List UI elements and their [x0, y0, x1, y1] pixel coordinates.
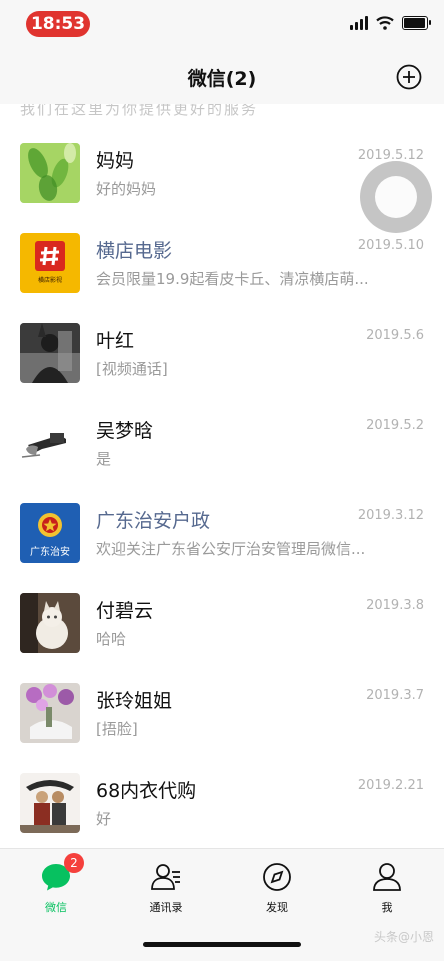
avatar [20, 683, 80, 743]
chat-name: 张玲姐姐 [96, 690, 173, 712]
hashtag-icon [39, 246, 60, 266]
avatar [20, 323, 80, 383]
partial-chat-row[interactable]: 我们在这里为你提供更好的服务 [0, 104, 444, 118]
page-title: 微信(2) [187, 68, 257, 90]
assistive-touch-button[interactable] [360, 161, 432, 233]
chat-preview: [视频通话] [96, 360, 168, 378]
avatar: 广东治安 [20, 503, 80, 563]
tab-label: 微信 [45, 901, 67, 914]
avatar-caption: 广东治安 [30, 547, 70, 558]
chat-name: 吴梦晗 [96, 420, 154, 442]
chat-row-guangdong-police[interactable]: 广东治安 广东治安户政 2019.3.12 欢迎关注广东省公安厅治安管理局微信.… [0, 478, 444, 568]
chat-name: 68内衣代购 [96, 780, 197, 802]
tab-label: 发现 [266, 901, 288, 914]
chat-row-wumenghan[interactable]: 吴梦晗 2019.5.2 是 [0, 388, 444, 478]
avatar [20, 143, 80, 203]
avatar [20, 773, 80, 833]
chat-preview: 会员限量19.9起看皮卡丘、清凉横店萌... [96, 270, 369, 288]
chat-name: 妈妈 [96, 150, 135, 172]
home-indicator[interactable] [143, 942, 301, 947]
avatar-caption: 横店影视 [37, 277, 62, 284]
chat-name: 叶红 [96, 330, 135, 352]
watermark: 头条@小恩 [373, 930, 434, 944]
chat-time: 2019.5.6 [366, 328, 424, 343]
chat-name: 广东治安户政 [96, 510, 211, 532]
tab-label: 通讯录 [149, 901, 183, 914]
tab-contacts[interactable]: 通讯录 [131, 861, 201, 915]
chat-time: 2019.3.8 [366, 598, 424, 613]
tab-me[interactable]: 我 [352, 861, 422, 915]
chat-preview: 好 [96, 810, 112, 828]
partial-row-text: 我们在这里为你提供更好的服务 [20, 104, 259, 118]
chat-row-zhangling[interactable]: 张玲姐姐 2019.3.7 [捂脸] [0, 658, 444, 748]
nav-bar: 微信(2) [0, 48, 444, 104]
chat-row-68-underwear[interactable]: 68内衣代购 2019.2.21 好 [0, 748, 444, 838]
person-icon [371, 861, 403, 893]
status-icons [350, 16, 431, 30]
tab-discover[interactable]: 发现 [242, 861, 312, 915]
chat-row-yehong[interactable]: 叶红 2019.5.6 [视频通话] [0, 298, 444, 388]
avatar: 横店影视 [20, 233, 80, 293]
avatar [20, 593, 80, 653]
contacts-icon [150, 861, 182, 893]
status-bar: 18:53 [0, 0, 444, 48]
chat-preview: 欢迎关注广东省公安厅治安管理局微信... [96, 540, 366, 558]
add-plus-icon[interactable] [396, 64, 422, 90]
cellular-signal-icon [350, 16, 368, 30]
unread-badge: 2 [64, 853, 84, 873]
chat-bubble-icon: 2 [40, 853, 84, 893]
chat-time: 2019.5.2 [366, 418, 424, 433]
wifi-icon [376, 16, 394, 30]
chat-time: 2019.2.21 [357, 778, 424, 793]
chat-preview: [捂脸] [96, 720, 138, 738]
tab-label: 我 [381, 901, 393, 914]
assistive-touch-inner [375, 176, 417, 218]
chat-name: 付碧云 [96, 600, 154, 622]
chat-preview: 是 [96, 450, 112, 468]
chat-time: 2019.5.10 [357, 238, 424, 253]
chat-time: 2019.3.7 [366, 688, 424, 703]
status-time: 18:53 [26, 11, 90, 37]
avatar [20, 413, 80, 473]
police-badge-icon [38, 513, 62, 537]
chat-preview: 哈哈 [96, 630, 127, 648]
chat-name: 横店电影 [96, 240, 173, 262]
battery-icon [402, 16, 431, 30]
compass-icon [261, 861, 293, 893]
logo-mark [35, 241, 65, 271]
chat-row-fubiyun[interactable]: 付碧云 2019.3.8 哈哈 [0, 568, 444, 658]
tab-chats[interactable]: 2 微信 [21, 853, 91, 915]
chat-time: 2019.3.12 [357, 508, 424, 523]
